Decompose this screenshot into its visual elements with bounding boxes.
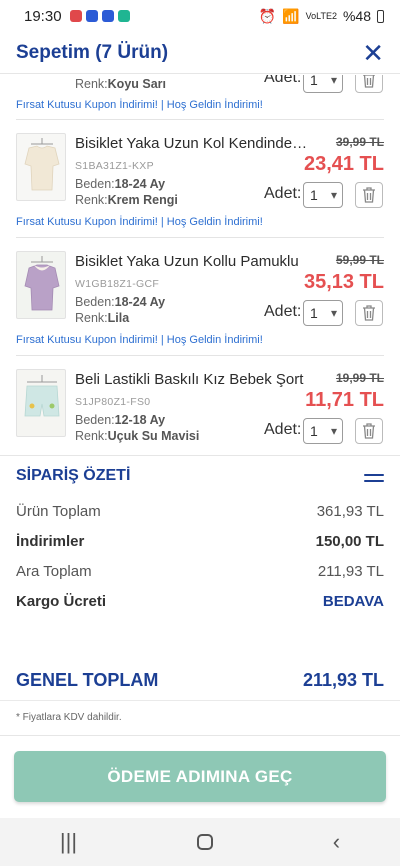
home-icon[interactable] bbox=[196, 834, 213, 850]
product-image[interactable] bbox=[16, 133, 66, 201]
status-bar: 19:30 ⏰ 📶 VoLTE2 %48 bbox=[0, 0, 400, 32]
product-name[interactable]: Bisiklet Yaka Uzun Kollu Pamuklu bbox=[75, 253, 315, 270]
product-sku: S1BA31Z1-KXP bbox=[75, 160, 154, 172]
summary-row: Kargo Ücreti BEDAVA bbox=[16, 593, 384, 610]
checkout-button[interactable]: ÖDEME ADIMINA GEÇ bbox=[14, 751, 386, 802]
cart-item-partial: Renk:Koyu Sarı Adet: 1 ▾ bbox=[0, 75, 400, 119]
divider bbox=[0, 455, 400, 456]
coupon-info: Fırsat Kutusu Kupon İndirimi! | Hoş Geld… bbox=[16, 334, 263, 346]
qty-select[interactable]: 1 ▾ bbox=[303, 75, 343, 93]
clock: 19:30 bbox=[24, 7, 62, 25]
item-color: Renk:Lila bbox=[75, 311, 130, 325]
product-name[interactable]: Bisiklet Yaka Uzun Kol Kendinden Desenli bbox=[75, 135, 315, 152]
item-size: Beden:18-24 Ay bbox=[75, 295, 166, 309]
qty-label: Adet: bbox=[264, 75, 302, 86]
coupon-info: Fırsat Kutusu Kupon İndirimi! | Hoş Geld… bbox=[16, 216, 263, 228]
recent-apps-icon[interactable]: ||| bbox=[60, 829, 77, 855]
collapse-toggle-icon[interactable] bbox=[364, 474, 384, 484]
qty-select[interactable]: 1 ▾ bbox=[303, 418, 343, 444]
item-size: Beden:18-24 Ay bbox=[75, 177, 166, 191]
chevron-down-icon: ▾ bbox=[330, 306, 337, 320]
divider bbox=[16, 355, 384, 356]
notification-icon bbox=[101, 10, 114, 22]
divider bbox=[0, 735, 400, 736]
chevron-down-icon: ▾ bbox=[330, 75, 337, 87]
divider bbox=[16, 119, 384, 120]
vat-note: * Fiyatlara KDV dahildir. bbox=[16, 712, 122, 723]
divider bbox=[16, 237, 384, 238]
network-type: VoLTE2 bbox=[305, 11, 337, 21]
qty-label: Adet: bbox=[264, 185, 302, 202]
summary-row: İndirimler 150,00 TL bbox=[16, 533, 384, 550]
battery-icon bbox=[377, 9, 384, 23]
product-name[interactable]: Beli Lastikli Baskılı Kız Bebek Şort bbox=[75, 371, 315, 388]
cart-item: Beli Lastikli Baskılı Kız Bebek Şort S1J… bbox=[0, 369, 400, 455]
cart-item: Bisiklet Yaka Uzun Kol Kendinden Desenli… bbox=[0, 133, 400, 223]
item-color: Renk:Koyu Sarı bbox=[75, 77, 167, 91]
delete-button[interactable] bbox=[355, 418, 383, 444]
trash-icon bbox=[363, 187, 375, 203]
cart-header: Sepetim (7 Ürün) ✕ bbox=[0, 32, 400, 74]
qty-label: Adet: bbox=[264, 303, 302, 320]
item-color: Renk:Krem Rengi bbox=[75, 193, 178, 207]
old-price: 39,99 TL bbox=[335, 135, 384, 149]
delete-button[interactable] bbox=[355, 75, 383, 93]
page-title: Sepetim (7 Ürün) bbox=[16, 41, 169, 63]
back-icon[interactable]: ‹ bbox=[333, 829, 340, 855]
wifi-icon: 📶 bbox=[282, 7, 300, 24]
item-size: Beden:12-18 Ay bbox=[75, 413, 166, 427]
trash-icon bbox=[363, 423, 375, 439]
sale-price: 35,13 TL bbox=[303, 271, 384, 293]
coupon-info: Fırsat Kutusu Kupon İndirimi! | Hoş Geld… bbox=[16, 99, 263, 111]
qty-select[interactable]: 1 ▾ bbox=[303, 182, 343, 208]
notification-icon bbox=[85, 10, 98, 22]
battery-level: %48 bbox=[342, 8, 371, 24]
summary-row: Ürün Toplam 361,93 TL bbox=[16, 503, 384, 520]
old-price: 19,99 TL bbox=[335, 371, 384, 385]
qty-select[interactable]: 1 ▾ bbox=[303, 300, 343, 326]
trash-icon bbox=[363, 305, 375, 321]
grand-total: GENEL TOPLAM 211,93 TL bbox=[16, 670, 384, 690]
cart-item: Bisiklet Yaka Uzun Kollu Pamuklu W1GB18Z… bbox=[0, 251, 400, 341]
item-color: Renk:Uçuk Su Mavisi bbox=[75, 429, 200, 443]
sale-price: 11,71 TL bbox=[305, 389, 384, 411]
system-nav-bar: ||| ‹ bbox=[0, 818, 400, 866]
close-icon[interactable]: ✕ bbox=[362, 40, 384, 66]
sale-price: 23,41 TL bbox=[303, 153, 384, 175]
old-price: 59,99 TL bbox=[335, 253, 384, 267]
qty-label: Adet: bbox=[264, 421, 302, 438]
delete-button[interactable] bbox=[355, 182, 383, 208]
delete-button[interactable] bbox=[355, 300, 383, 326]
notification-icon bbox=[69, 10, 82, 22]
product-image[interactable] bbox=[16, 251, 66, 319]
cart-item-list[interactable]: Renk:Koyu Sarı Adet: 1 ▾ Fırsat Kutusu Ku… bbox=[0, 75, 400, 455]
chevron-down-icon: ▾ bbox=[330, 188, 337, 202]
product-sku: S1JP80Z1-FS0 bbox=[75, 396, 151, 408]
summary-row: Ara Toplam 211,93 TL bbox=[16, 563, 384, 580]
divider bbox=[0, 700, 400, 701]
trash-icon bbox=[363, 75, 375, 88]
chevron-down-icon: ▾ bbox=[330, 424, 337, 438]
product-sku: W1GB18Z1-GCF bbox=[75, 278, 160, 290]
product-image[interactable] bbox=[16, 369, 66, 437]
summary-title: SİPARİŞ ÖZETİ bbox=[16, 467, 131, 484]
alarm-icon: ⏰ bbox=[258, 7, 277, 24]
notification-icon bbox=[117, 10, 130, 22]
